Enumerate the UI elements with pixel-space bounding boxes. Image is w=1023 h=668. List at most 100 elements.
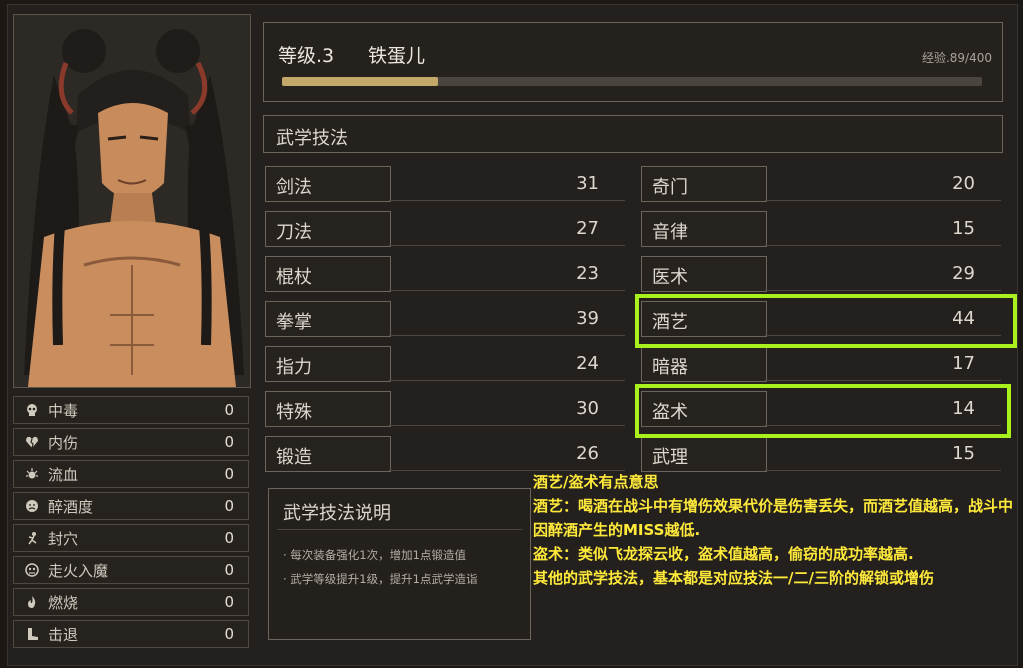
portrait-frame bbox=[13, 14, 251, 388]
status-label: 击退 bbox=[48, 625, 79, 644]
status-value: 0 bbox=[224, 465, 234, 483]
skill-value: 24 bbox=[576, 353, 599, 374]
broken-heart-icon bbox=[24, 434, 40, 450]
skill-row-music[interactable]: 音律 15 bbox=[641, 211, 1001, 247]
status-value: 0 bbox=[224, 401, 234, 419]
skill-label: 锻造 bbox=[276, 447, 312, 468]
skill-row-sword[interactable]: 剑法 31 bbox=[265, 166, 625, 202]
status-row-burning[interactable]: 燃烧 0 bbox=[13, 588, 249, 616]
skill-label-box: 音律 bbox=[641, 211, 767, 247]
skill-row-martial-theory[interactable]: 武理 15 bbox=[641, 436, 1001, 472]
skill-label-box: 拳掌 bbox=[265, 301, 391, 337]
skill-label: 拳掌 bbox=[276, 312, 312, 333]
skill-divider bbox=[765, 380, 1001, 381]
skill-divider bbox=[389, 245, 625, 246]
status-value: 0 bbox=[224, 497, 234, 515]
status-row-drunkenness[interactable]: 醉酒度 0 bbox=[13, 492, 249, 520]
skill-row-fist[interactable]: 拳掌 39 bbox=[265, 301, 625, 337]
status-row-sealed-acupoint[interactable]: 封穴 0 bbox=[13, 524, 249, 552]
skill-value: 26 bbox=[576, 443, 599, 464]
status-label: 流血 bbox=[48, 465, 79, 484]
status-row-internal-injury[interactable]: 内伤 0 bbox=[13, 428, 249, 456]
skill-label-box: 暗器 bbox=[641, 346, 767, 382]
description-line: · 武学等级提升1级，提升1点武学造诣 bbox=[283, 572, 478, 586]
skill-label: 特殊 bbox=[276, 402, 312, 423]
skill-value: 27 bbox=[576, 218, 599, 239]
skill-label: 医术 bbox=[652, 267, 688, 288]
skill-row-blade[interactable]: 刀法 27 bbox=[265, 211, 625, 247]
skill-label-box: 刀法 bbox=[265, 211, 391, 247]
demon-face-icon bbox=[24, 562, 40, 578]
skill-value: 15 bbox=[952, 218, 975, 239]
section-title: 武学技法 bbox=[276, 128, 348, 149]
skill-divider bbox=[389, 425, 625, 426]
skill-row-finger[interactable]: 指力 24 bbox=[265, 346, 625, 382]
skill-divider bbox=[765, 290, 1001, 291]
skill-value: 39 bbox=[576, 308, 599, 329]
highlight-theft bbox=[635, 384, 1011, 438]
status-effects-list: 中毒 0 内伤 0 流血 0 醉酒度 0 封穴 0 走火入魔 0 燃烧 0 击退… bbox=[13, 396, 249, 652]
status-row-poison[interactable]: 中毒 0 bbox=[13, 396, 249, 424]
level-text: 等级.3 bbox=[278, 45, 335, 67]
skill-divider bbox=[765, 200, 1001, 201]
skill-description-panel: 武学技法说明 · 每次装备强化1次，增加1点锻造值 · 武学等级提升1级，提升1… bbox=[268, 488, 531, 640]
flame-icon bbox=[24, 594, 40, 610]
status-label: 封穴 bbox=[48, 529, 79, 548]
character-portrait bbox=[14, 15, 250, 387]
skill-row-qimen[interactable]: 奇门 20 bbox=[641, 166, 1001, 202]
skill-divider bbox=[389, 380, 625, 381]
martial-skills-section-header: 武学技法 bbox=[263, 115, 1003, 153]
skull-icon bbox=[24, 402, 40, 418]
status-value: 0 bbox=[224, 529, 234, 547]
skill-row-hidden-weapon[interactable]: 暗器 17 bbox=[641, 346, 1001, 382]
acupoint-icon bbox=[24, 530, 40, 546]
skill-label-box: 锻造 bbox=[265, 436, 391, 472]
status-row-knockback[interactable]: 击退 0 bbox=[13, 620, 249, 648]
skill-label: 音律 bbox=[652, 222, 688, 243]
skill-label: 刀法 bbox=[276, 222, 312, 243]
skill-label: 奇门 bbox=[652, 177, 688, 198]
drunk-face-icon bbox=[24, 498, 40, 514]
skill-label: 指力 bbox=[276, 357, 312, 378]
skill-label-box: 奇门 bbox=[641, 166, 767, 202]
highlight-wine-art bbox=[635, 294, 1017, 348]
skill-row-forging[interactable]: 锻造 26 bbox=[265, 436, 625, 472]
status-label: 燃烧 bbox=[48, 593, 79, 612]
skill-value: 29 bbox=[952, 263, 975, 284]
annotation-line: 酒艺/盗术有点意思 bbox=[533, 473, 659, 491]
status-value: 0 bbox=[224, 561, 234, 579]
skill-label: 剑法 bbox=[276, 177, 312, 198]
skill-divider bbox=[765, 245, 1001, 246]
skill-row-special[interactable]: 特殊 30 bbox=[265, 391, 625, 427]
status-label: 内伤 bbox=[48, 433, 79, 452]
skill-label: 棍杖 bbox=[276, 267, 312, 288]
skill-value: 17 bbox=[952, 353, 975, 374]
annotation-line: 其他的武学技法，基本都是对应技法一/二/三阶的解锁或增伤 bbox=[533, 569, 934, 587]
skill-label-box: 指力 bbox=[265, 346, 391, 382]
skill-divider bbox=[389, 200, 625, 201]
status-value: 0 bbox=[224, 625, 234, 643]
exp-text: 经验.89/400 bbox=[921, 51, 992, 65]
skill-label-box: 医术 bbox=[641, 256, 767, 292]
status-row-qi-deviation[interactable]: 走火入魔 0 bbox=[13, 556, 249, 584]
status-row-bleeding[interactable]: 流血 0 bbox=[13, 460, 249, 488]
status-value: 0 bbox=[224, 593, 234, 611]
skill-row-medicine[interactable]: 医术 29 bbox=[641, 256, 1001, 292]
skill-value: 31 bbox=[576, 173, 599, 194]
exp-progress-fill bbox=[282, 77, 438, 86]
skill-label-box: 剑法 bbox=[265, 166, 391, 202]
description-title: 武学技法说明 bbox=[283, 503, 391, 524]
skill-label-box: 棍杖 bbox=[265, 256, 391, 292]
status-label: 中毒 bbox=[48, 401, 79, 420]
status-value: 0 bbox=[224, 433, 234, 451]
skill-row-staff[interactable]: 棍杖 23 bbox=[265, 256, 625, 292]
description-divider bbox=[277, 529, 522, 530]
skill-label: 武理 bbox=[652, 447, 688, 468]
skill-label-box: 特殊 bbox=[265, 391, 391, 427]
character-header: 等级.3 铁蛋儿 经验.89/400 bbox=[263, 22, 1003, 102]
annotation-line: 盗术：类似飞龙探云收，盗术值越高，偷窃的成功率越高. bbox=[533, 545, 914, 563]
annotation-line: 酒艺：喝酒在战斗中有增伤效果代价是伤害丢失，而酒艺值越高，战斗中因醉酒产生的MI… bbox=[533, 497, 1014, 539]
status-label: 醉酒度 bbox=[48, 497, 94, 516]
status-label: 走火入魔 bbox=[48, 561, 109, 580]
skill-value: 15 bbox=[952, 443, 975, 464]
